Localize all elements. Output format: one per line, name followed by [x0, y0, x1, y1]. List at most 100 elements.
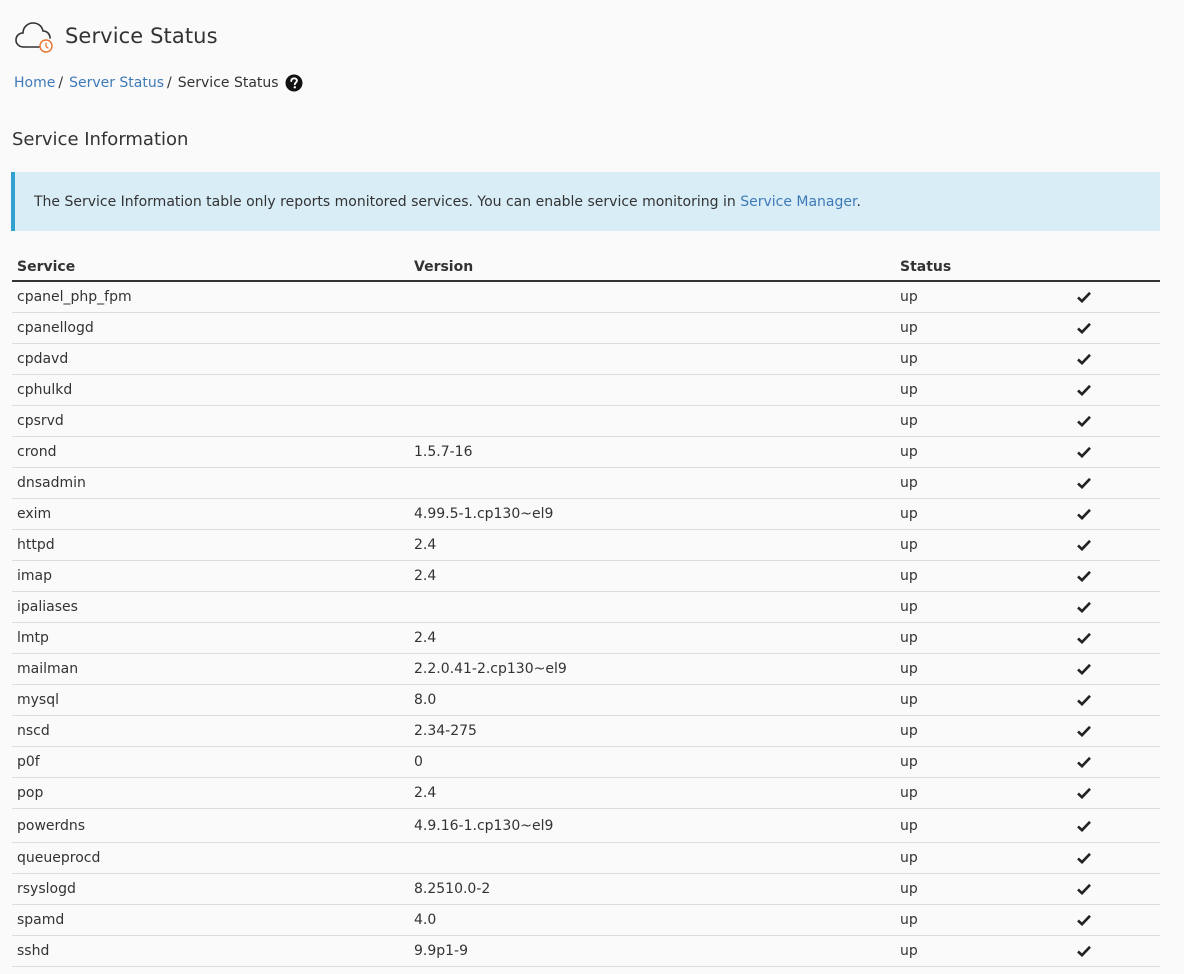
service-version: 2.34-275: [414, 723, 477, 739]
service-status: up: [900, 723, 918, 739]
service-manager-link[interactable]: Service Manager: [740, 194, 856, 210]
service-name: cpanellogd: [17, 320, 94, 336]
check-icon: [1077, 694, 1091, 706]
status-icon-cell: [1077, 725, 1160, 737]
breadcrumb-server-status-link[interactable]: Server Status: [69, 75, 164, 91]
check-icon: [1077, 787, 1091, 799]
service-name: ipaliases: [17, 599, 78, 615]
service-status: up: [900, 912, 918, 928]
service-name: dnsadmin: [17, 475, 86, 491]
table-row: ipaliases up: [12, 592, 1160, 623]
page-title: Service Status: [65, 24, 218, 48]
service-name: crond: [17, 444, 57, 460]
status-icon-cell: [1077, 508, 1160, 520]
check-icon: [1077, 291, 1091, 303]
service-name: queueprocd: [17, 850, 101, 866]
question-circle-icon[interactable]: [285, 74, 303, 92]
breadcrumb-separator: /: [58, 75, 64, 91]
service-status: up: [900, 661, 918, 677]
table-row: exim 4.99.5-1.cp130~el9 up: [12, 499, 1160, 530]
service-version: 2.4: [414, 537, 437, 553]
status-icon-cell: [1077, 632, 1160, 644]
service-name: spamd: [17, 912, 65, 928]
status-icon-cell: [1077, 914, 1160, 926]
service-name: imap: [17, 568, 52, 584]
check-icon: [1077, 477, 1091, 489]
info-suffix: .: [856, 193, 861, 210]
status-icon-cell: [1077, 787, 1160, 799]
table-row: nscd 2.34-275 up: [12, 716, 1160, 747]
service-status: up: [900, 289, 918, 305]
service-status: up: [900, 754, 918, 770]
service-status: up: [900, 506, 918, 522]
table-row: dnsadmin up: [12, 468, 1160, 499]
section-title: Service Information: [12, 129, 189, 150]
table-row: mysql 8.0 up: [12, 685, 1160, 716]
service-version: 9.9p1-9: [414, 943, 469, 959]
table-row: p0f 0 up: [12, 747, 1160, 778]
service-name: p0f: [17, 754, 40, 770]
breadcrumb: Home / Server Status / Service Status: [14, 72, 303, 94]
table-row: spamd 4.0 up: [12, 905, 1160, 936]
service-status: up: [900, 444, 918, 460]
status-icon-cell: [1077, 663, 1160, 675]
check-icon: [1077, 756, 1091, 768]
service-name: cpanel_php_fpm: [17, 289, 132, 305]
check-icon: [1077, 883, 1091, 895]
service-status: up: [900, 692, 918, 708]
table-row: httpd 2.4 up: [12, 530, 1160, 561]
cloud-clock-icon: [15, 22, 53, 53]
column-header-status[interactable]: Status: [895, 259, 1077, 275]
service-version: 8.0: [414, 692, 437, 708]
breadcrumb-home-link[interactable]: Home: [14, 75, 55, 91]
service-version: 8.2510.0-2: [414, 881, 491, 897]
check-icon: [1077, 446, 1091, 458]
table-row: imap 2.4 up: [12, 561, 1160, 592]
status-icon-cell: [1077, 353, 1160, 365]
table-row: cpdavd up: [12, 344, 1160, 375]
service-status: up: [900, 630, 918, 646]
service-name: exim: [17, 506, 52, 522]
check-icon: [1077, 725, 1091, 737]
check-icon: [1077, 632, 1091, 644]
info-alert: The Service Information table only repor…: [11, 172, 1160, 231]
service-version: 4.9.16-1.cp130~el9: [414, 817, 554, 834]
check-icon: [1077, 353, 1091, 365]
status-icon-cell: [1077, 291, 1160, 303]
service-name: sshd: [17, 943, 50, 959]
service-status: up: [900, 413, 918, 429]
status-icon-cell: [1077, 756, 1160, 768]
page: Service Status Home / Server Status / Se…: [0, 0, 1184, 974]
check-icon: [1077, 601, 1091, 613]
status-icon-cell: [1077, 820, 1160, 832]
service-status: up: [900, 850, 918, 866]
service-name: rsyslogd: [17, 881, 76, 897]
table-row: rsyslogd 8.2510.0-2 up: [12, 874, 1160, 905]
service-version: 1.5.7-16: [414, 444, 473, 460]
check-icon: [1077, 852, 1091, 864]
table-row: lmtp 2.4 up: [12, 623, 1160, 654]
service-version: 4.0: [414, 912, 437, 928]
status-icon-cell: [1077, 539, 1160, 551]
service-status: up: [900, 320, 918, 336]
status-icon-cell: [1077, 446, 1160, 458]
service-status: up: [900, 817, 918, 834]
service-name: nscd: [17, 723, 50, 739]
status-icon-cell: [1077, 852, 1160, 864]
check-icon: [1077, 570, 1091, 582]
status-icon-cell: [1077, 883, 1160, 895]
service-version: 4.99.5-1.cp130~el9: [414, 506, 554, 522]
column-header-version[interactable]: Version: [409, 259, 895, 275]
check-icon: [1077, 539, 1091, 551]
service-name: cpdavd: [17, 351, 69, 367]
check-icon: [1077, 508, 1091, 520]
service-status: up: [900, 351, 918, 367]
status-icon-cell: [1077, 384, 1160, 396]
service-name: httpd: [17, 537, 55, 553]
column-header-service[interactable]: Service: [12, 259, 409, 275]
status-icon-cell: [1077, 415, 1160, 427]
service-name: cpsrvd: [17, 413, 64, 429]
service-status: up: [900, 568, 918, 584]
breadcrumb-current: Service Status: [177, 75, 279, 91]
check-icon: [1077, 945, 1091, 957]
